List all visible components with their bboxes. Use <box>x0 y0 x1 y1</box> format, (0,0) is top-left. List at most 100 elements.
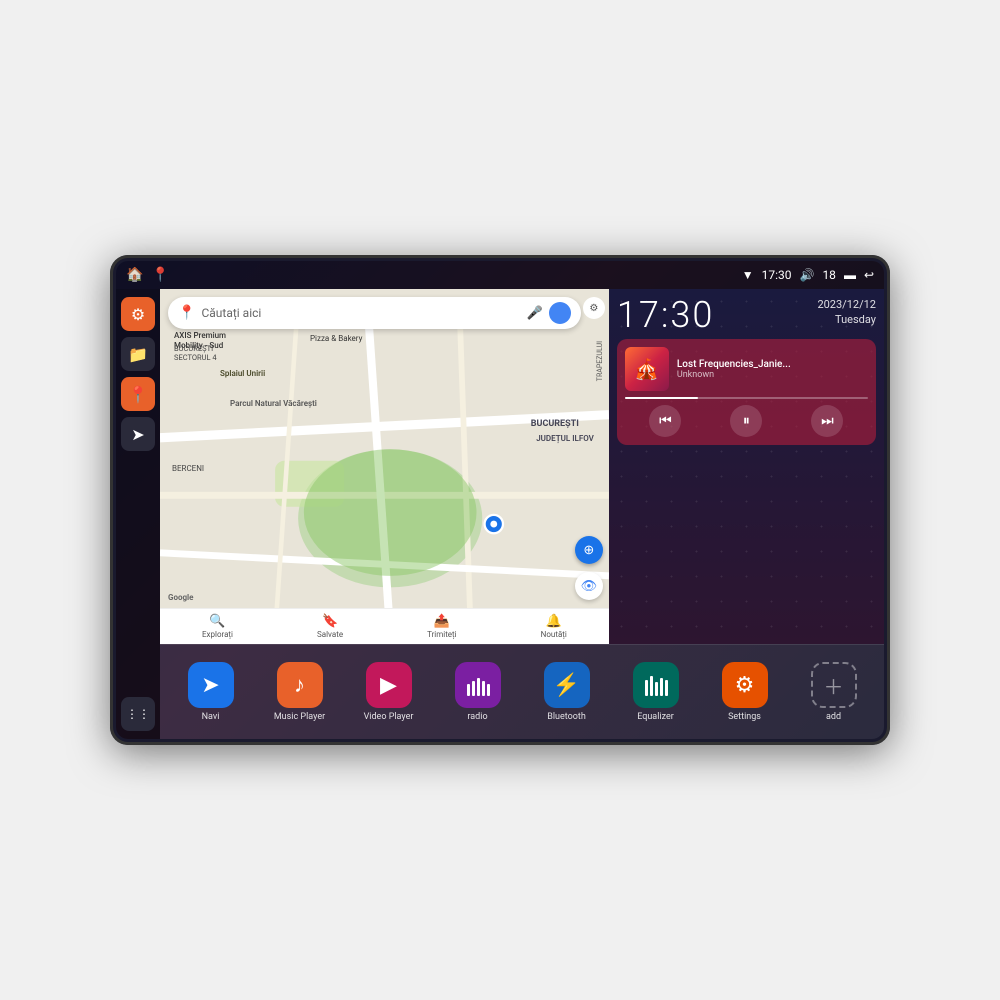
app-item-radio[interactable]: radio <box>448 662 508 722</box>
pause-button[interactable]: ⏸ <box>730 405 762 437</box>
map-search-bar[interactable]: 📍 Căutați aici 🎤 <box>168 297 581 329</box>
main-content: ⚙ 📁 📍 ➤ ⋮⋮ <box>116 289 884 739</box>
music-player-icon: ♪ <box>277 662 323 708</box>
app-item-bluetooth[interactable]: ⚡ Bluetooth <box>537 662 597 722</box>
device: 🏠 📍 ▼ 17:30 🔊 18 ▬ ↩ ⚙ 📁 <box>110 255 890 745</box>
next-icon: ⏭ <box>821 413 834 429</box>
saved-label: Salvate <box>317 630 343 639</box>
volume-icon: 🔊 <box>799 268 814 282</box>
navi-label: Navi <box>202 712 220 722</box>
sidebar-settings-btn[interactable]: ⚙ <box>121 297 155 331</box>
app-item-video-player[interactable]: ▶ Video Player <box>359 662 419 722</box>
map-settings-icon[interactable]: ⚙ <box>583 297 605 319</box>
map-pin-icon: 📍 <box>128 385 148 404</box>
add-label: add <box>826 712 841 722</box>
video-icon-symbol: ▶ <box>380 673 397 698</box>
top-section: AXIS PremiumMobility - Sud Pizza & Baker… <box>160 289 884 644</box>
app-grid: ➤ Navi ♪ Music Player ▶ <box>170 662 874 722</box>
app-item-music-player[interactable]: ♪ Music Player <box>270 662 330 722</box>
maps-icon: 📍 <box>151 267 168 283</box>
music-text: Lost Frequencies_Janie... Unknown <box>677 359 868 380</box>
status-bar: 🏠 📍 ▼ 17:30 🔊 18 ▬ ↩ <box>116 261 884 289</box>
back-icon[interactable]: ↩ <box>864 268 874 282</box>
music-widget: 🎪 Lost Frequencies_Janie... Unknown <box>617 339 876 445</box>
app-item-equalizer[interactable]: Equalizer <box>626 662 686 722</box>
map-news-item[interactable]: 🔔 Noutăți <box>541 614 567 639</box>
map-label-bucuresti: BUCUREȘTI <box>531 419 579 429</box>
user-avatar[interactable] <box>549 302 571 324</box>
battery-icon: ▬ <box>844 268 856 282</box>
app-item-add[interactable]: ＋ add <box>804 662 864 722</box>
map-label-sector4: BUCUREȘTISECTORUL 4 <box>174 344 217 362</box>
clock-display: 17:30 <box>617 297 714 333</box>
music-icon-symbol: ♪ <box>294 672 305 698</box>
radio-icon <box>455 662 501 708</box>
next-button[interactable]: ⏭ <box>811 405 843 437</box>
album-art: 🎪 <box>625 347 669 391</box>
explore-label: Explorați <box>202 630 233 639</box>
pause-icon: ⏸ <box>743 413 750 429</box>
navigate-icon: ➤ <box>131 425 144 444</box>
eq-bars-svg <box>643 674 669 696</box>
settings-label: Settings <box>728 712 761 722</box>
mic-icon[interactable]: 🎤 <box>527 306 543 321</box>
equalizer-label: Equalizer <box>637 712 674 722</box>
prev-icon: ⏮ <box>659 413 672 429</box>
clock-section: 17:30 2023/12/12 Tuesday <box>617 297 876 333</box>
music-progress-bar[interactable] <box>625 397 868 399</box>
app-grid-section: ➤ Navi ♪ Music Player ▶ <box>160 644 884 739</box>
bluetooth-label: Bluetooth <box>547 712 586 722</box>
music-player-label: Music Player <box>274 712 325 722</box>
share-label: Trimiteți <box>427 630 457 639</box>
battery-level: 18 <box>822 268 836 282</box>
map-saved-item[interactable]: 🔖 Salvate <box>317 614 343 639</box>
music-controls: ⏮ ⏸ ⏭ <box>625 405 868 437</box>
right-panel: 17:30 2023/12/12 Tuesday 🎪 <box>609 289 884 644</box>
music-title: Lost Frequencies_Janie... <box>677 359 868 370</box>
map-label-parc: Parcul Natural Văcărești <box>230 399 317 408</box>
map-locate-btn[interactable]: ⊕ <box>575 536 603 564</box>
map-label-trapez: TRAPEZULUI <box>596 341 604 381</box>
settings-icon-symbol: ⚙ <box>735 673 755 698</box>
saved-icon: 🔖 <box>322 614 338 629</box>
equalizer-icon <box>633 662 679 708</box>
video-player-label: Video Player <box>364 712 414 722</box>
radio-bars-svg <box>465 674 491 696</box>
settings-icon: ⚙ <box>131 305 145 324</box>
map-label-splai: Splaiul Unirii <box>220 369 265 378</box>
navi-icon: ➤ <box>188 662 234 708</box>
map-svg <box>160 289 609 644</box>
share-icon: 📤 <box>434 614 450 629</box>
settings-app-icon: ⚙ <box>722 662 768 708</box>
music-artist: Unknown <box>677 370 868 380</box>
map-explore-item[interactable]: 🔍 Explorați <box>202 614 233 639</box>
bluetooth-icon: ⚡ <box>544 662 590 708</box>
sidebar-folder-btn[interactable]: 📁 <box>121 337 155 371</box>
prev-button[interactable]: ⏮ <box>649 405 681 437</box>
day-value: Tuesday <box>817 312 876 327</box>
app-item-navi[interactable]: ➤ Navi <box>181 662 241 722</box>
sidebar: ⚙ 📁 📍 ➤ ⋮⋮ <box>116 289 160 739</box>
map-container[interactable]: AXIS PremiumMobility - Sud Pizza & Baker… <box>160 289 609 644</box>
navi-icon-symbol: ➤ <box>201 673 219 698</box>
status-time: 17:30 <box>762 268 792 282</box>
map-nav-btn[interactable]: 👁 <box>575 572 603 600</box>
map-background: AXIS PremiumMobility - Sud Pizza & Baker… <box>160 289 609 644</box>
sidebar-grid-btn[interactable]: ⋮⋮ <box>121 697 155 731</box>
sidebar-nav-btn[interactable]: ➤ <box>121 417 155 451</box>
app-item-settings[interactable]: ⚙ Settings <box>715 662 775 722</box>
grid-icon: ⋮⋮ <box>126 707 150 721</box>
radio-label: radio <box>467 712 487 722</box>
map-search-input[interactable]: Căutați aici <box>201 306 522 320</box>
map-label-pizza: Pizza & Bakery <box>310 334 362 343</box>
map-bottom-bar: 🔍 Explorați 🔖 Salvate 📤 Trimiteți <box>160 608 609 644</box>
news-icon: 🔔 <box>546 614 562 629</box>
map-share-item[interactable]: 📤 Trimiteți <box>427 614 457 639</box>
news-label: Noutăți <box>541 630 567 639</box>
clock-date: 2023/12/12 Tuesday <box>817 297 876 328</box>
date-value: 2023/12/12 <box>817 297 876 312</box>
wifi-icon: ▼ <box>742 268 754 282</box>
map-search-pin-icon: 📍 <box>178 305 195 321</box>
music-progress-fill <box>625 397 698 399</box>
sidebar-map-btn[interactable]: 📍 <box>121 377 155 411</box>
